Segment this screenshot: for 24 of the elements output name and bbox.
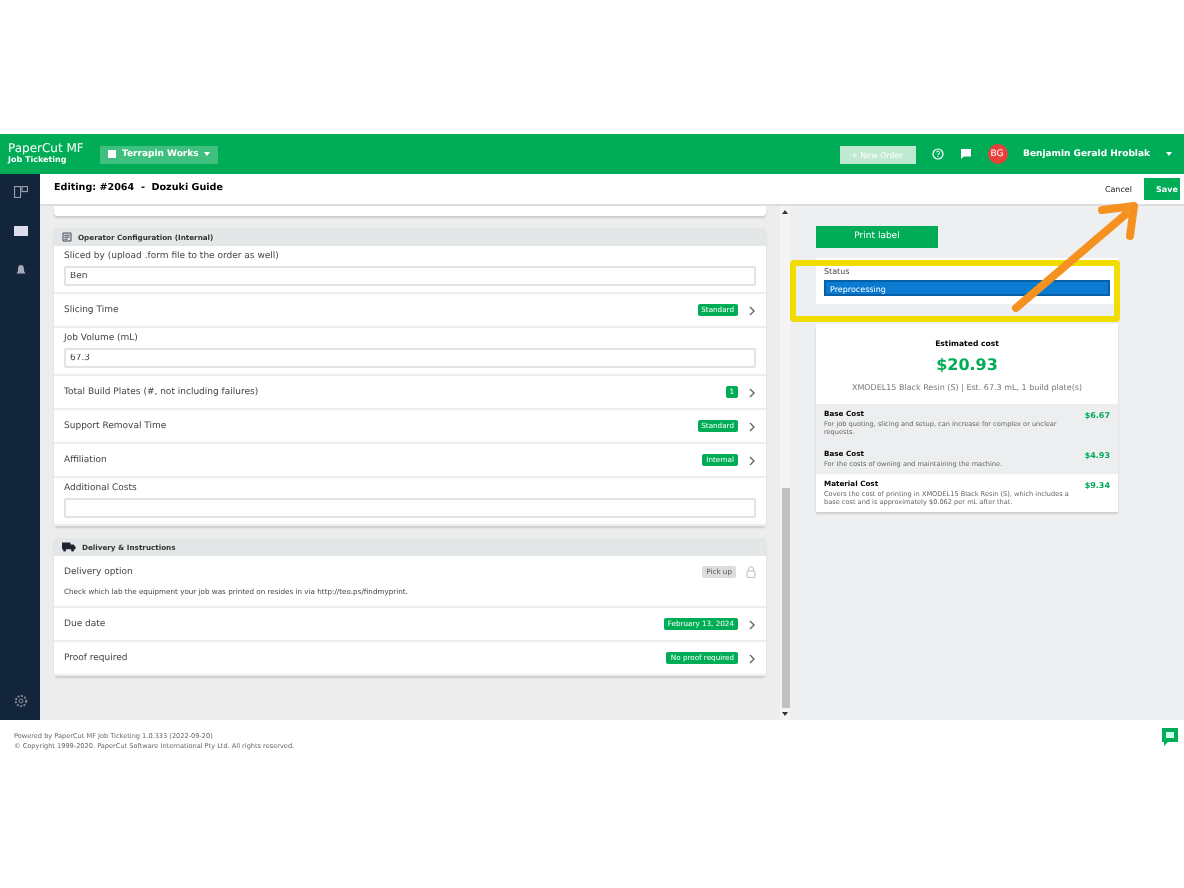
chat-icon[interactable]: [1162, 728, 1178, 746]
scroll-down-icon[interactable]: [782, 712, 788, 716]
settings-icon[interactable]: [13, 694, 27, 708]
chevron-icon[interactable]: [748, 653, 756, 663]
bell-icon[interactable]: [15, 264, 25, 276]
lock-icon: [746, 566, 756, 578]
cost-total: $20.93: [936, 356, 998, 374]
chevron-icon[interactable]: [748, 455, 756, 465]
layout-icon[interactable]: [13, 186, 27, 198]
building-icon: [108, 150, 116, 158]
chat-icon[interactable]: [959, 148, 972, 160]
caret-icon[interactable]: [1166, 152, 1172, 156]
chevron-icon[interactable]: [748, 387, 756, 397]
truck-icon: [62, 542, 76, 552]
annotation-arrow: [1010, 198, 1142, 314]
chevron-icon[interactable]: [748, 421, 756, 431]
scroll-thumb[interactable]: [781, 488, 789, 708]
help-icon[interactable]: [931, 148, 944, 160]
scroll-up-icon[interactable]: [782, 210, 788, 214]
chevron-icon[interactable]: [748, 619, 756, 629]
caret-icon: [204, 152, 211, 156]
chevron-icon[interactable]: [748, 305, 756, 315]
note-icon: [62, 232, 72, 242]
list-icon[interactable]: [13, 226, 27, 236]
